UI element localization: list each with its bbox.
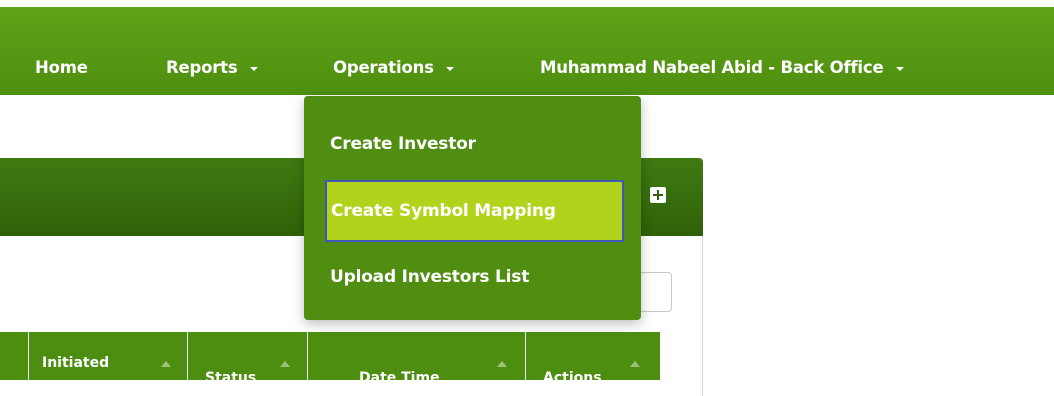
nav-operations[interactable]: Operations (333, 58, 455, 77)
menu-item-label: Create Investor (330, 134, 476, 154)
sort-icon (161, 361, 171, 367)
column-header-status-label: Status (205, 370, 257, 380)
operations-dropdown-menu: Create Investor Create Symbol Mapping Up… (304, 96, 641, 320)
sort-icon (630, 361, 640, 367)
nav-reports-label: Reports (166, 58, 238, 77)
nav-user-menu[interactable]: Muhammad Nabeel Abid - Back Office (540, 58, 905, 77)
column-header-actions-label: Actions (543, 370, 602, 380)
caret-down-icon (896, 66, 905, 71)
nav-operations-label: Operations (333, 58, 434, 77)
table-header-divider (28, 332, 29, 380)
caret-down-icon (446, 66, 455, 71)
menu-item-label: Upload Investors List (330, 267, 530, 287)
column-header-actions[interactable]: Actions (526, 332, 660, 380)
menu-item-create-investor[interactable]: Create Investor (330, 134, 476, 154)
caret-down-icon (250, 66, 259, 71)
column-header-initiated[interactable]: Initiated (30, 332, 186, 380)
column-header-status[interactable]: Status (188, 332, 306, 380)
column-header-datetime[interactable]: Date Time (308, 332, 524, 380)
menu-item-create-symbol-mapping[interactable]: Create Symbol Mapping (325, 180, 624, 242)
nav-home-label: Home (35, 58, 88, 77)
plus-icon[interactable] (650, 187, 666, 203)
sort-icon (280, 361, 290, 367)
menu-item-upload-investors-list[interactable]: Upload Investors List (330, 267, 529, 287)
nav-user-label: Muhammad Nabeel Abid - Back Office (540, 58, 884, 77)
column-header-initiated-label: Initiated (42, 355, 110, 371)
column-header-datetime-label: Date Time (359, 370, 440, 380)
nav-reports[interactable]: Reports (166, 58, 259, 77)
sort-icon (497, 361, 507, 367)
top-navbar: Home Reports Operations Muhammad Nabeel … (0, 7, 1054, 95)
nav-home[interactable]: Home (35, 58, 88, 77)
menu-item-label: Create Symbol Mapping (331, 201, 556, 221)
